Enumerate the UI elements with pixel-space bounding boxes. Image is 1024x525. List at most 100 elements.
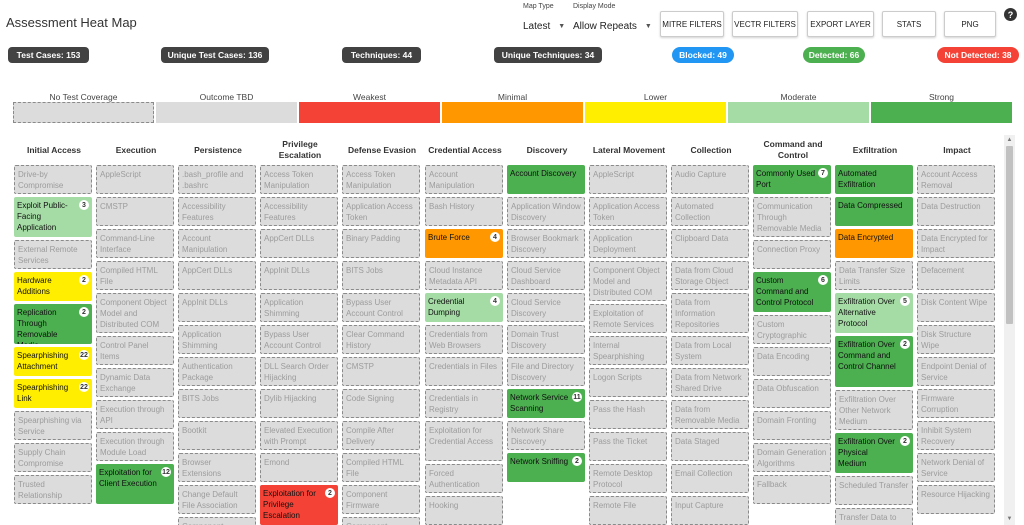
map-type-select[interactable]: Latest ▼ xyxy=(523,19,565,34)
technique-cell[interactable]: Spearphishing via Service xyxy=(14,411,92,440)
technique-cell[interactable]: Clear Command History xyxy=(342,325,420,354)
technique-cell[interactable]: Firmware Corruption xyxy=(917,389,995,418)
technique-cell[interactable]: AppInit DLLs xyxy=(178,293,256,322)
technique-cell[interactable]: Account Discovery xyxy=(507,165,585,194)
technique-cell[interactable]: Defacement xyxy=(917,261,995,290)
technique-cell[interactable]: Supply Chain Compromise xyxy=(14,443,92,472)
technique-cell[interactable]: Exfiltration Over Other Network Medium xyxy=(835,390,913,430)
technique-cell[interactable]: Data Encrypted for Impact xyxy=(917,229,995,258)
export-layer-button[interactable]: EXPORT LAYER xyxy=(807,11,874,37)
technique-cell[interactable]: Exploitation for Privilege Escalation 2 xyxy=(260,485,338,525)
technique-cell[interactable]: Custom Cryptographic Protocol xyxy=(753,315,831,344)
technique-cell[interactable]: Brute Force 4 xyxy=(425,229,503,258)
technique-cell[interactable]: Exploitation for Client Execution 12 xyxy=(96,464,174,504)
help-icon[interactable]: ? xyxy=(1004,8,1017,21)
technique-cell[interactable]: Remote File xyxy=(589,496,667,525)
vectr-filters-button[interactable]: VECTR FILTERS xyxy=(732,11,798,37)
technique-cell[interactable]: Trusted Relationship xyxy=(14,475,92,504)
technique-cell[interactable]: External Remote Services xyxy=(14,240,92,269)
technique-cell[interactable]: Pass the Ticket xyxy=(589,432,667,461)
technique-cell[interactable]: Access Token Manipulation xyxy=(342,165,420,194)
technique-cell[interactable]: Application Window Discovery xyxy=(507,197,585,226)
technique-cell[interactable]: Hooking xyxy=(425,496,503,525)
technique-cell[interactable]: CMSTP xyxy=(96,197,174,226)
technique-cell[interactable]: Domain Trust Discovery xyxy=(507,325,585,354)
technique-cell[interactable]: Forced Authentication xyxy=(425,464,503,493)
technique-cell[interactable]: Emond xyxy=(260,453,338,482)
technique-cell[interactable]: Application Deployment Software xyxy=(589,229,667,258)
technique-cell[interactable]: Network Denial of Service xyxy=(917,453,995,482)
technique-cell[interactable]: Compiled HTML File xyxy=(96,261,174,290)
technique-cell[interactable]: Access Token Manipulation xyxy=(260,165,338,194)
technique-cell[interactable]: Cloud Instance Metadata API xyxy=(425,261,503,290)
technique-cell[interactable]: Spearphishing Link 22 xyxy=(14,379,92,408)
technique-cell[interactable]: Spearphishing Attachment 22 xyxy=(14,347,92,376)
technique-cell[interactable]: Credential Dumping 4 xyxy=(425,293,503,322)
technique-cell[interactable]: Account Access Removal xyxy=(917,165,995,194)
technique-cell[interactable]: Component xyxy=(342,517,420,525)
technique-cell[interactable]: Credentials in Files xyxy=(425,357,503,386)
technique-cell[interactable]: Pass the Hash xyxy=(589,400,667,429)
technique-cell[interactable]: Exploitation of Remote Services xyxy=(589,304,667,333)
technique-cell[interactable]: Clipboard Data xyxy=(671,229,749,258)
technique-cell[interactable]: Data from Information Repositories xyxy=(671,293,749,333)
technique-cell[interactable]: Hardware Additions 2 xyxy=(14,272,92,301)
technique-cell[interactable]: Application Access Token xyxy=(342,197,420,226)
technique-cell[interactable]: .bash_profile and .bashrc xyxy=(178,165,256,194)
technique-cell[interactable]: Automated Collection xyxy=(671,197,749,226)
technique-cell[interactable]: Dynamic Data Exchange xyxy=(96,368,174,397)
technique-cell[interactable]: BITS Jobs xyxy=(342,261,420,290)
technique-cell[interactable]: Network Sniffing 2 xyxy=(507,453,585,482)
scrollbar-thumb[interactable] xyxy=(1006,146,1013,324)
technique-cell[interactable]: Remote Desktop Protocol xyxy=(589,464,667,493)
technique-cell[interactable]: Account Manipulation xyxy=(425,165,503,194)
technique-cell[interactable]: Commonly Used Port 7 xyxy=(753,165,831,194)
technique-cell[interactable]: Communication Through Removable Media xyxy=(753,197,831,237)
technique-cell[interactable]: AppCert DLLs xyxy=(260,229,338,258)
technique-cell[interactable]: Data from Cloud Storage Object xyxy=(671,261,749,290)
technique-cell[interactable]: Exfiltration Over Alternative Protocol 5 xyxy=(835,293,913,333)
technique-cell[interactable]: Compile After Delivery xyxy=(342,421,420,450)
technique-cell[interactable]: Cloud Service Dashboard xyxy=(507,261,585,290)
technique-cell[interactable]: AppleScript xyxy=(96,165,174,194)
technique-cell[interactable]: Dylib Hijacking xyxy=(260,389,338,418)
technique-cell[interactable]: Drive-by Compromise xyxy=(14,165,92,194)
technique-cell[interactable]: Accessibility Features xyxy=(178,197,256,226)
technique-cell[interactable]: Execution through API xyxy=(96,400,174,429)
technique-cell[interactable]: Disk Structure Wipe xyxy=(917,325,995,354)
scroll-up-icon[interactable]: ▲ xyxy=(1004,136,1015,145)
technique-cell[interactable]: Accessibility Features xyxy=(260,197,338,226)
technique-cell[interactable]: Credentials from Web Browsers xyxy=(425,325,503,354)
technique-cell[interactable]: Connection Proxy xyxy=(753,240,831,269)
technique-cell[interactable]: Email Collection xyxy=(671,464,749,493)
technique-cell[interactable]: Data Encoding xyxy=(753,347,831,376)
technique-cell[interactable]: Network Service Scanning 11 xyxy=(507,389,585,418)
technique-cell[interactable]: Fallback xyxy=(753,475,831,504)
stats-button[interactable]: STATS xyxy=(882,11,936,37)
scroll-down-icon[interactable]: ▼ xyxy=(1004,515,1015,524)
technique-cell[interactable]: Control Panel Items xyxy=(96,336,174,365)
technique-cell[interactable]: Domain Fronting xyxy=(753,411,831,440)
technique-cell[interactable]: Application Access Token xyxy=(589,197,667,226)
technique-cell[interactable]: Data Staged xyxy=(671,432,749,461)
technique-cell[interactable]: Compiled HTML File xyxy=(342,453,420,482)
technique-cell[interactable]: Command-Line Interface xyxy=(96,229,174,258)
technique-cell[interactable]: File and Directory Discovery xyxy=(507,357,585,386)
technique-cell[interactable]: Exploitation for Credential Access xyxy=(425,421,503,461)
vertical-scrollbar[interactable]: ▲ ▼ xyxy=(1004,135,1015,525)
mitre-filters-button[interactable]: MITRE FILTERS xyxy=(660,11,724,37)
technique-cell[interactable]: Authentication Package xyxy=(178,357,256,386)
technique-cell[interactable]: Bootkit xyxy=(178,421,256,450)
technique-cell[interactable]: Browser Extensions xyxy=(178,453,256,482)
technique-cell[interactable]: Data Encrypted xyxy=(835,229,913,258)
technique-cell[interactable]: Exploit Public-Facing Application 3 xyxy=(14,197,92,237)
technique-cell[interactable]: Bypass User Account Control xyxy=(260,325,338,354)
technique-cell[interactable]: Account Manipulation xyxy=(178,229,256,258)
technique-cell[interactable]: BITS Jobs xyxy=(178,389,256,418)
technique-cell[interactable]: Data Compressed xyxy=(835,197,913,226)
technique-cell[interactable]: Component Firmware xyxy=(178,517,256,525)
technique-cell[interactable]: CMSTP xyxy=(342,357,420,386)
technique-cell[interactable]: Exfiltration Over Command and Control Ch… xyxy=(835,336,913,387)
technique-cell[interactable]: Replication Through Removable Media 2 xyxy=(14,304,92,344)
technique-cell[interactable]: Logon Scripts xyxy=(589,368,667,397)
